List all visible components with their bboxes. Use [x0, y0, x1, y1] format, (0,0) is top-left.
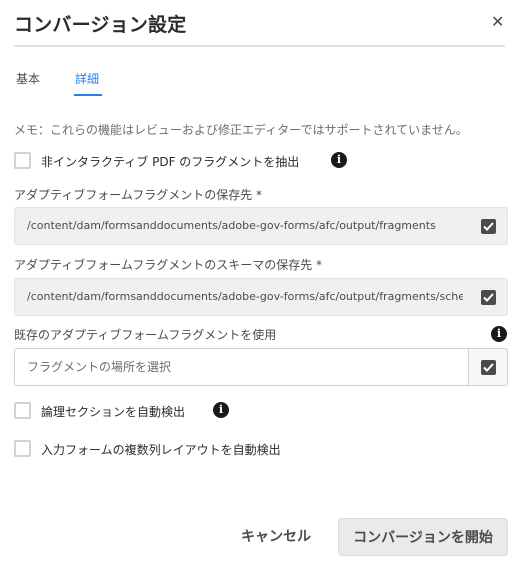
start-conversion-button[interactable]: コンバージョンを開始: [338, 518, 508, 556]
fragment-schema-save-path-label: アダプティブフォームフラグメントのスキーマの保存先 *: [14, 258, 323, 272]
auto-detect-sections-label: 論理セクションを自動検出: [41, 405, 186, 419]
fragment-location-input[interactable]: [15, 349, 468, 385]
info-icon[interactable]: i: [331, 152, 347, 168]
checkmark-icon[interactable]: [481, 219, 496, 234]
existing-fragments-label: 既存のアダプティブフォームフラグメントを使用: [14, 328, 277, 342]
tab-basic[interactable]: 基本: [16, 70, 40, 87]
fragment-location-browse-button[interactable]: [468, 348, 508, 386]
conversion-settings-dialog: コンバージョン設定 ✕ 基本 詳細 メモ：これらの機能はレビューおよび修正エディ…: [0, 0, 519, 567]
extract-fragments-label: 非インタラクティブ PDF のフラグメントを抽出: [41, 155, 300, 169]
header-divider: [14, 45, 505, 47]
fragment-schema-save-path-field[interactable]: /content/dam/formsanddocuments/adobe-gov…: [14, 278, 508, 316]
close-icon[interactable]: ✕: [491, 14, 504, 30]
cancel-button[interactable]: キャンセル: [226, 518, 326, 556]
auto-detect-multicolumn-checkbox[interactable]: [14, 440, 31, 457]
tab-advanced[interactable]: 詳細: [75, 70, 99, 87]
fragment-schema-save-path-value: /content/dam/formsanddocuments/adobe-gov…: [27, 290, 463, 303]
auto-detect-sections-checkbox[interactable]: [14, 402, 31, 419]
fragment-save-path-field[interactable]: /content/dam/formsanddocuments/adobe-gov…: [14, 207, 508, 245]
extract-fragments-checkbox[interactable]: [14, 152, 31, 169]
info-icon[interactable]: i: [213, 402, 229, 418]
fragment-location-field[interactable]: [14, 348, 469, 386]
auto-detect-multicolumn-label: 入力フォームの複数列レイアウトを自動検出: [41, 443, 281, 457]
fragment-save-path-label: アダプティブフォームフラグメントの保存先 *: [14, 188, 263, 202]
active-tab-indicator: [74, 94, 102, 96]
checkmark-icon[interactable]: [481, 290, 496, 305]
dialog-title: コンバージョン設定: [14, 14, 187, 36]
fragment-save-path-value: /content/dam/formsanddocuments/adobe-gov…: [27, 219, 436, 232]
note-text: メモ：これらの機能はレビューおよび修正エディターではサポートされていません。: [14, 123, 468, 137]
checkmark-icon: [481, 360, 496, 375]
info-icon[interactable]: i: [491, 326, 507, 342]
